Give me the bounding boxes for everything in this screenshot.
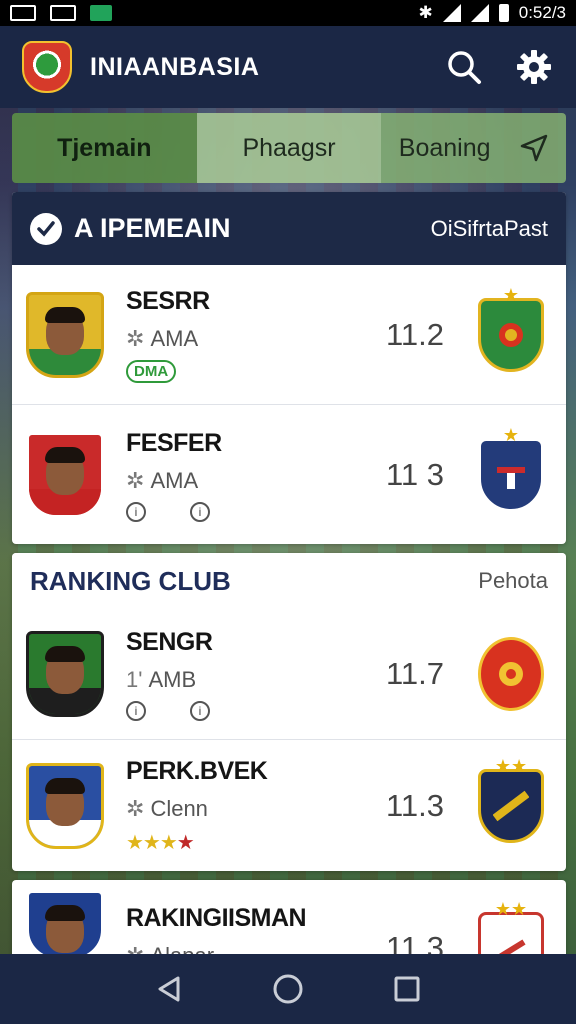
home-icon	[273, 974, 303, 1004]
app-notification-icon	[90, 5, 112, 21]
panel-filter-link[interactable]: OiSifrtaPast	[431, 216, 548, 242]
player-position: ✲ Clenn	[126, 795, 208, 821]
notification-icon	[10, 5, 36, 21]
position-icon: ✲	[126, 325, 145, 351]
player-position: 1' AMB	[126, 666, 197, 692]
position-icon: ✲	[126, 467, 145, 493]
player-tag: DMA	[126, 359, 177, 383]
club-crest	[478, 637, 544, 711]
system-nav-bar	[0, 954, 576, 1024]
club-crest: ★	[478, 285, 544, 372]
player-avatar	[26, 432, 104, 518]
player-rating: 11.7	[385, 656, 444, 691]
home-button[interactable]	[268, 969, 308, 1009]
panel-title: A IPEMEAIN	[74, 213, 231, 243]
player-row[interactable]: SENGR 1' AMB i i 11.7	[12, 609, 566, 740]
search-button[interactable]	[444, 47, 484, 87]
star-icon: ★★	[494, 755, 528, 776]
send-icon	[520, 134, 547, 162]
player-avatar	[26, 762, 104, 849]
player-row[interactable]: RAKINGIISMAN ✲ Alapar 11 3 ★★	[12, 880, 566, 960]
player-avatar	[26, 291, 104, 378]
tab-boaning[interactable]: Boaning	[381, 113, 566, 183]
notification-icon	[50, 5, 76, 21]
star-icon: ★★	[494, 899, 528, 919]
player-name: RAKINGIISMAN	[126, 904, 307, 932]
player-position: ✲ AMA	[126, 325, 199, 351]
signal-icon	[442, 4, 461, 22]
tab-label: Tjemain	[57, 133, 152, 162]
clock: 0:52/3	[518, 3, 566, 22]
signal-icon	[470, 4, 489, 22]
ranking-club-panel: RANKING CLUB Pehota SENGR 1' AMB ii 11.7 …	[12, 553, 566, 871]
status-bar: ✱ 0:52/3	[0, 0, 576, 26]
player-name: FESFER	[126, 428, 222, 457]
battery-icon	[498, 4, 509, 22]
stat-icon: i	[126, 700, 146, 721]
player-avatar	[26, 631, 104, 717]
recents-icon	[394, 976, 420, 1002]
player-rating: 11 3	[385, 457, 444, 492]
stat-icon: i	[190, 700, 210, 721]
check-icon	[30, 212, 62, 245]
player-name: PERK.BVEK	[126, 756, 268, 785]
player-rating: 11.2	[385, 316, 444, 352]
player-row[interactable]: PERK.BVEK ✲ Clenn ★★★★ 11.3 ★★	[12, 740, 566, 871]
tab-bar: Tjemain Phaagsr Boaning	[12, 113, 566, 183]
position-icon: ✲	[126, 795, 145, 821]
club-crest: ★★	[478, 899, 544, 960]
back-icon	[158, 976, 180, 1002]
club-crest: ★★	[478, 756, 544, 843]
ranking-list-panel: RAKINGIISMAN ✲ Alapar 11 3 ★★	[12, 880, 566, 960]
bluetooth-icon: ✱	[418, 3, 433, 22]
recents-button[interactable]	[387, 969, 427, 1009]
stat-icon: i	[190, 501, 210, 522]
player-row[interactable]: SESRR ✲ AMA DMA 11.2 ★	[12, 265, 566, 405]
app-header: INIAANBASIA	[0, 26, 576, 108]
team-panel: A IPEMEAIN OiSifrtaPast SESRR ✲ AMA DMA 1…	[12, 192, 566, 544]
club-crest: ★	[478, 425, 544, 512]
rating-stars: ★★★★	[126, 831, 195, 854]
star-icon: ★	[502, 425, 520, 445]
tab-phaagsr[interactable]: Phaagsr	[196, 113, 382, 183]
panel-header: RANKING CLUB Pehota	[12, 553, 566, 609]
tab-label: Phaagsr	[242, 133, 336, 162]
app-logo	[22, 41, 72, 93]
tab-label: Boaning	[398, 133, 491, 162]
app-title: INIAANBASIA	[90, 52, 260, 81]
panel-header: A IPEMEAIN OiSifrtaPast	[12, 192, 566, 265]
player-avatar	[26, 890, 104, 960]
back-button[interactable]	[149, 969, 189, 1009]
tab-tjemain[interactable]: Tjemain	[12, 113, 197, 183]
settings-button[interactable]	[514, 47, 554, 87]
panel-title: RANKING CLUB	[30, 565, 231, 596]
player-rating: 11.3	[385, 787, 444, 823]
stat-icon: i	[126, 501, 146, 522]
panel-filter-link[interactable]: Pehota	[478, 568, 548, 594]
player-name: SENGR	[126, 627, 213, 656]
player-name: SESRR	[126, 286, 210, 315]
star-icon: ★	[502, 284, 520, 305]
player-position: ✲ AMA	[126, 467, 199, 493]
search-icon	[448, 51, 481, 84]
player-row[interactable]: FESFER ✲ AMA i i 11 3 ★	[12, 405, 566, 544]
gear-icon	[517, 50, 551, 84]
